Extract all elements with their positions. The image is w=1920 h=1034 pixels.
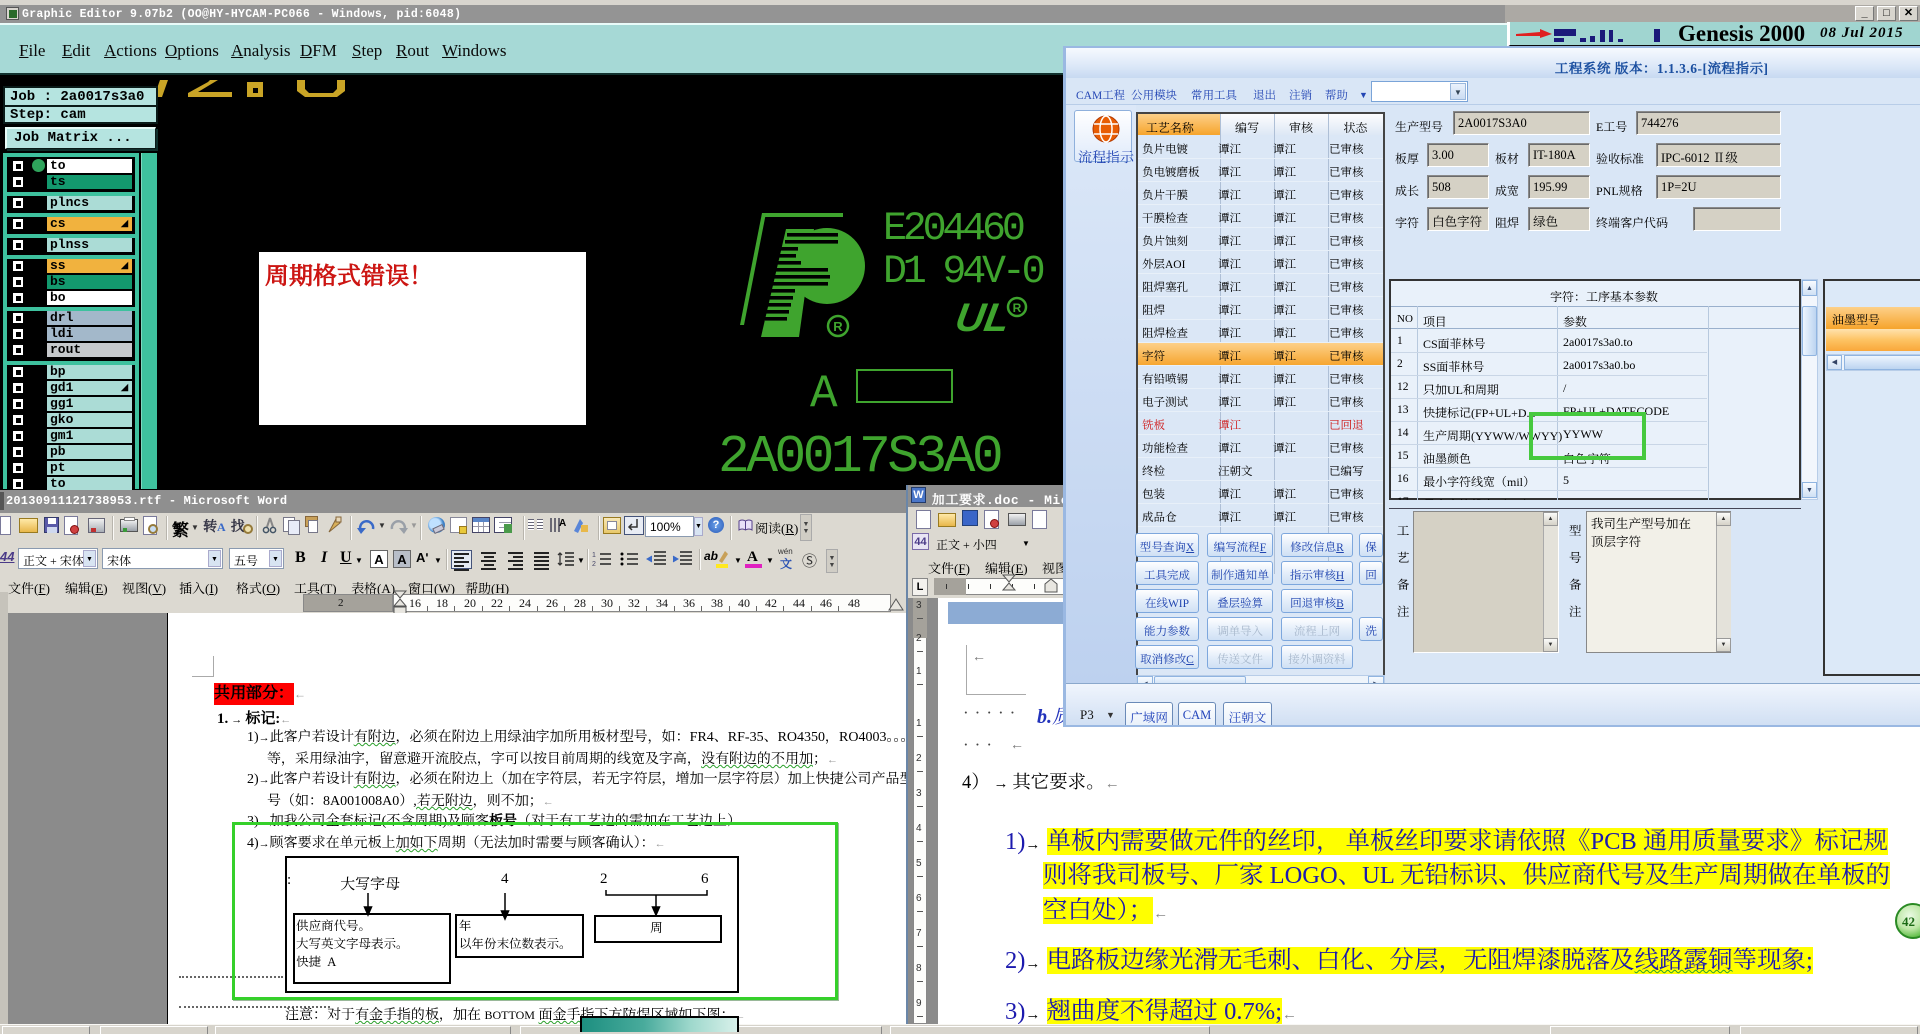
svg-text:R: R (1013, 301, 1022, 315)
svg-text:UL: UL (952, 295, 1013, 340)
svg-text:2: 2 (592, 561, 596, 568)
svg-text:R: R (833, 319, 843, 334)
svg-text:A: A (559, 518, 566, 529)
svg-text:1: 1 (592, 552, 596, 559)
